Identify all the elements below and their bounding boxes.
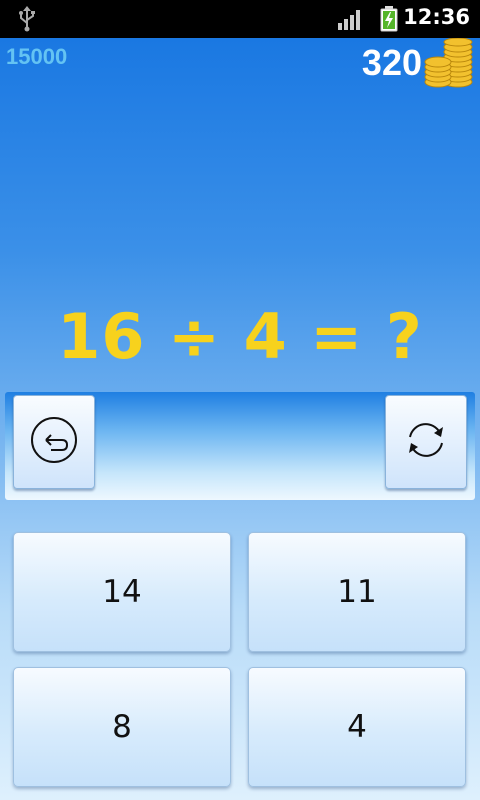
- refresh-button[interactable]: [385, 395, 467, 489]
- refresh-icon: [401, 415, 451, 469]
- signal-icon: [338, 8, 364, 34]
- game-screen: 15000 320 16 ÷ 4 = ? 14 11 8 4: [0, 37, 480, 800]
- coins-count: 320: [361, 42, 422, 83]
- usb-icon: [16, 6, 38, 36]
- answer-choice-2[interactable]: 11: [248, 532, 466, 652]
- back-arrow-icon: [29, 415, 79, 469]
- back-button[interactable]: [13, 395, 95, 489]
- answer-choice-4[interactable]: 4: [248, 667, 466, 787]
- question-text: 16 ÷ 4 = ?: [57, 300, 423, 373]
- answer-choice-1[interactable]: 14: [13, 532, 231, 652]
- answer-panel: [5, 392, 475, 500]
- clock: 12:36: [403, 5, 470, 29]
- score-label: 15000: [6, 44, 68, 69]
- status-bar: 12:36: [0, 0, 480, 38]
- battery-charging-icon: [380, 6, 398, 36]
- coin-stack-icon: [424, 37, 476, 92]
- answer-choice-3[interactable]: 8: [13, 667, 231, 787]
